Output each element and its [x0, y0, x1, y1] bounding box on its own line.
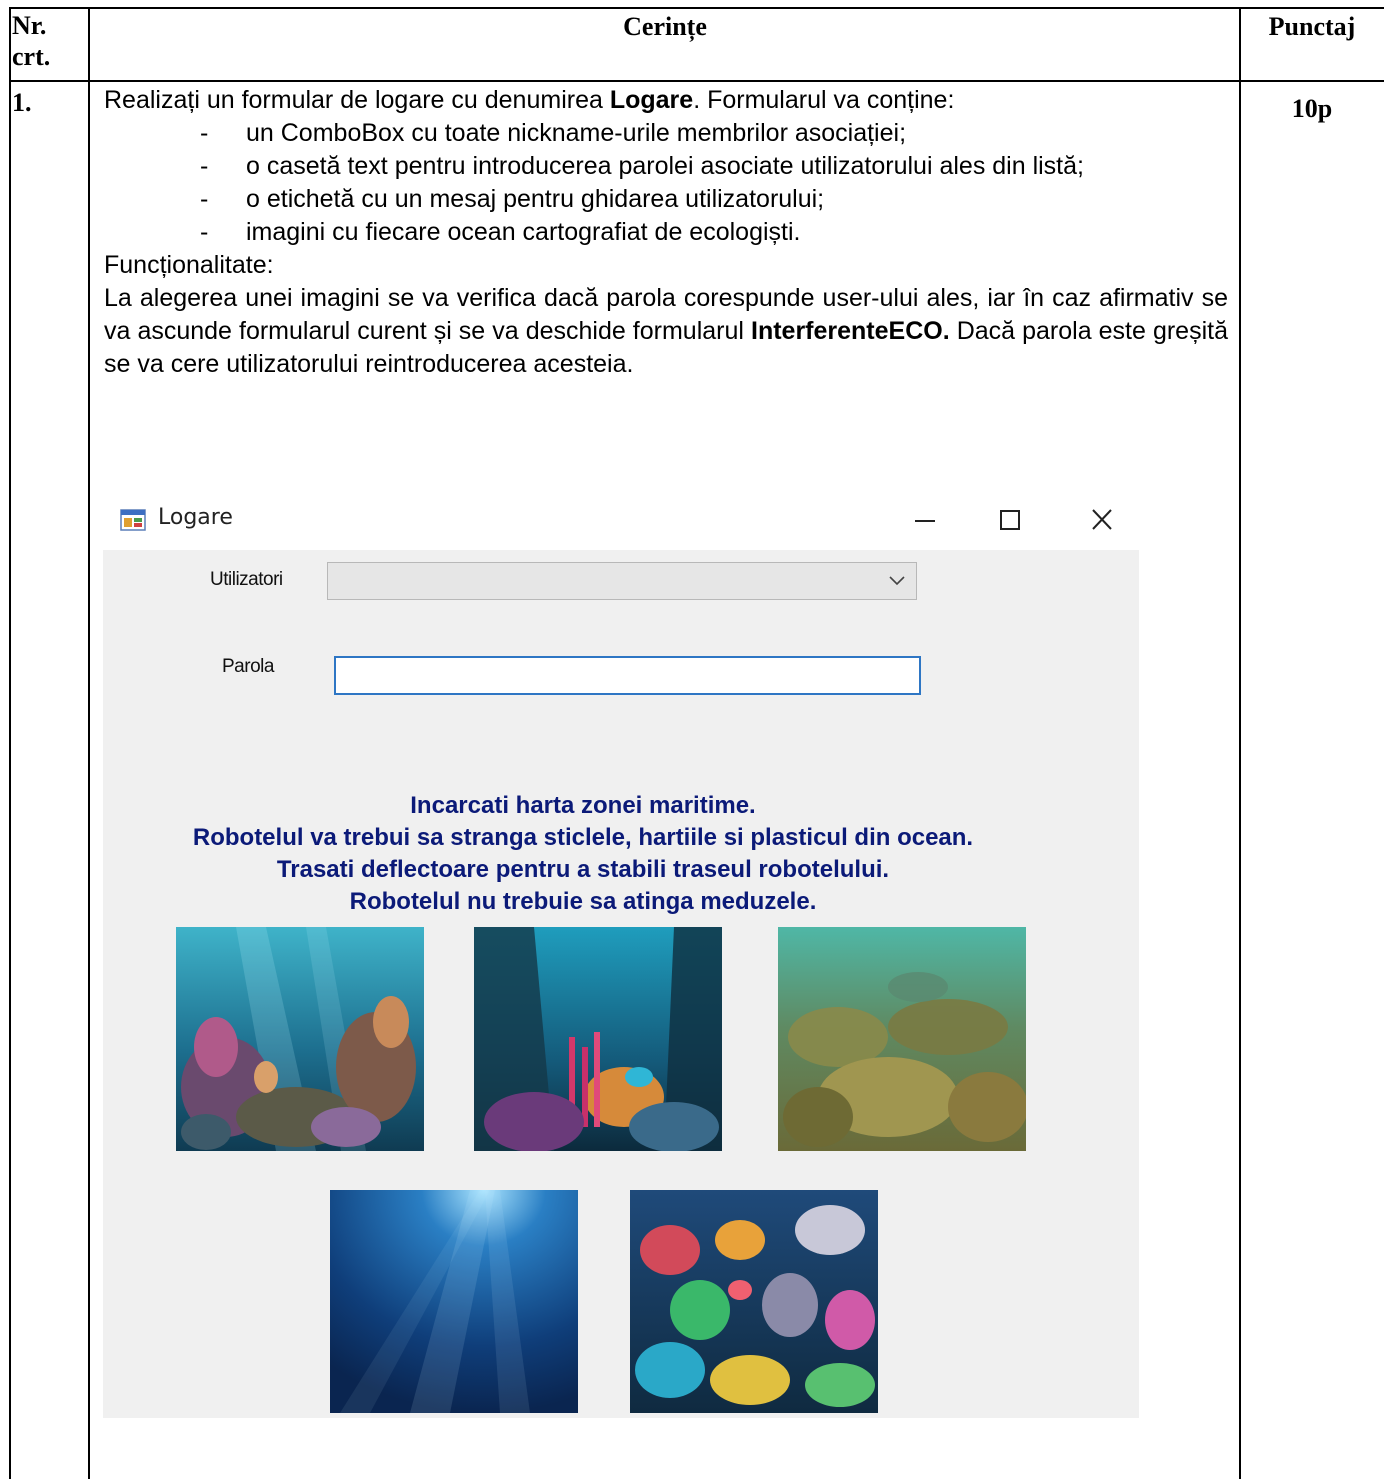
form-app-icon [120, 507, 146, 533]
message-line: Robotelul va trebui sa stranga sticlele,… [192, 824, 974, 851]
requirement-list: - un ComboBox cu toate nickname-urile mem… [104, 117, 1228, 249]
ocean-image-1[interactable] [176, 927, 424, 1151]
header-nr-crt: Nr. crt. [12, 11, 51, 71]
table-header-divider [9, 80, 1384, 82]
guidance-message: Incarcati harta zonei maritime. Robotelu… [103, 790, 1063, 918]
func-paragraph: La alegerea unei imagini se va verifica … [104, 284, 1228, 378]
row-number: 1. [12, 88, 32, 117]
users-combobox[interactable] [327, 562, 917, 600]
table-border-left [9, 7, 11, 1479]
requirement-text: Realizați un formular de logare cu denum… [104, 84, 1228, 381]
target-form-name: InterferenteECO. [751, 317, 950, 345]
ocean-image-3[interactable] [778, 927, 1026, 1151]
list-item: -o casetă text pentru introducerea parol… [200, 152, 1084, 180]
close-icon[interactable] [1082, 502, 1122, 538]
ocean-image-5[interactable] [630, 1190, 878, 1413]
intro-paragraph: Realizați un formular de logare cu denum… [104, 86, 955, 114]
message-line: Incarcati harta zonei maritime. [410, 792, 756, 819]
list-item: - un ComboBox cu toate nickname-urile mem… [200, 119, 907, 147]
header-cerinte: Cerințe [623, 12, 707, 41]
table-col-divider-2 [1239, 7, 1241, 1479]
minimize-icon[interactable] [905, 502, 945, 538]
password-input[interactable] [334, 656, 921, 695]
form-name: Logare [609, 86, 694, 114]
list-item: - imagini cu fiecare ocean cartografiat d… [200, 218, 801, 246]
func-title: Funcționalitate: [104, 251, 274, 279]
message-line: Robotelul nu trebuie sa atinga meduzele. [349, 888, 817, 915]
ocean-image-2[interactable] [474, 927, 722, 1151]
table-border-top [9, 7, 1384, 9]
maximize-icon[interactable] [990, 502, 1030, 538]
header-punctaj: Punctaj [1268, 12, 1356, 41]
table-col-divider-1 [88, 7, 90, 1479]
row-score: 10p [1291, 94, 1333, 123]
password-label: Parola [222, 656, 274, 677]
list-item: -o etichetă cu un mesaj pentru ghidarea … [200, 185, 825, 213]
window-title: Logare [158, 505, 233, 530]
ocean-image-4[interactable] [330, 1190, 578, 1413]
chevron-down-icon[interactable] [888, 573, 906, 592]
message-line: Trasati deflectoare pentru a stabili tra… [276, 856, 890, 883]
users-label: Utilizatori [210, 569, 283, 590]
